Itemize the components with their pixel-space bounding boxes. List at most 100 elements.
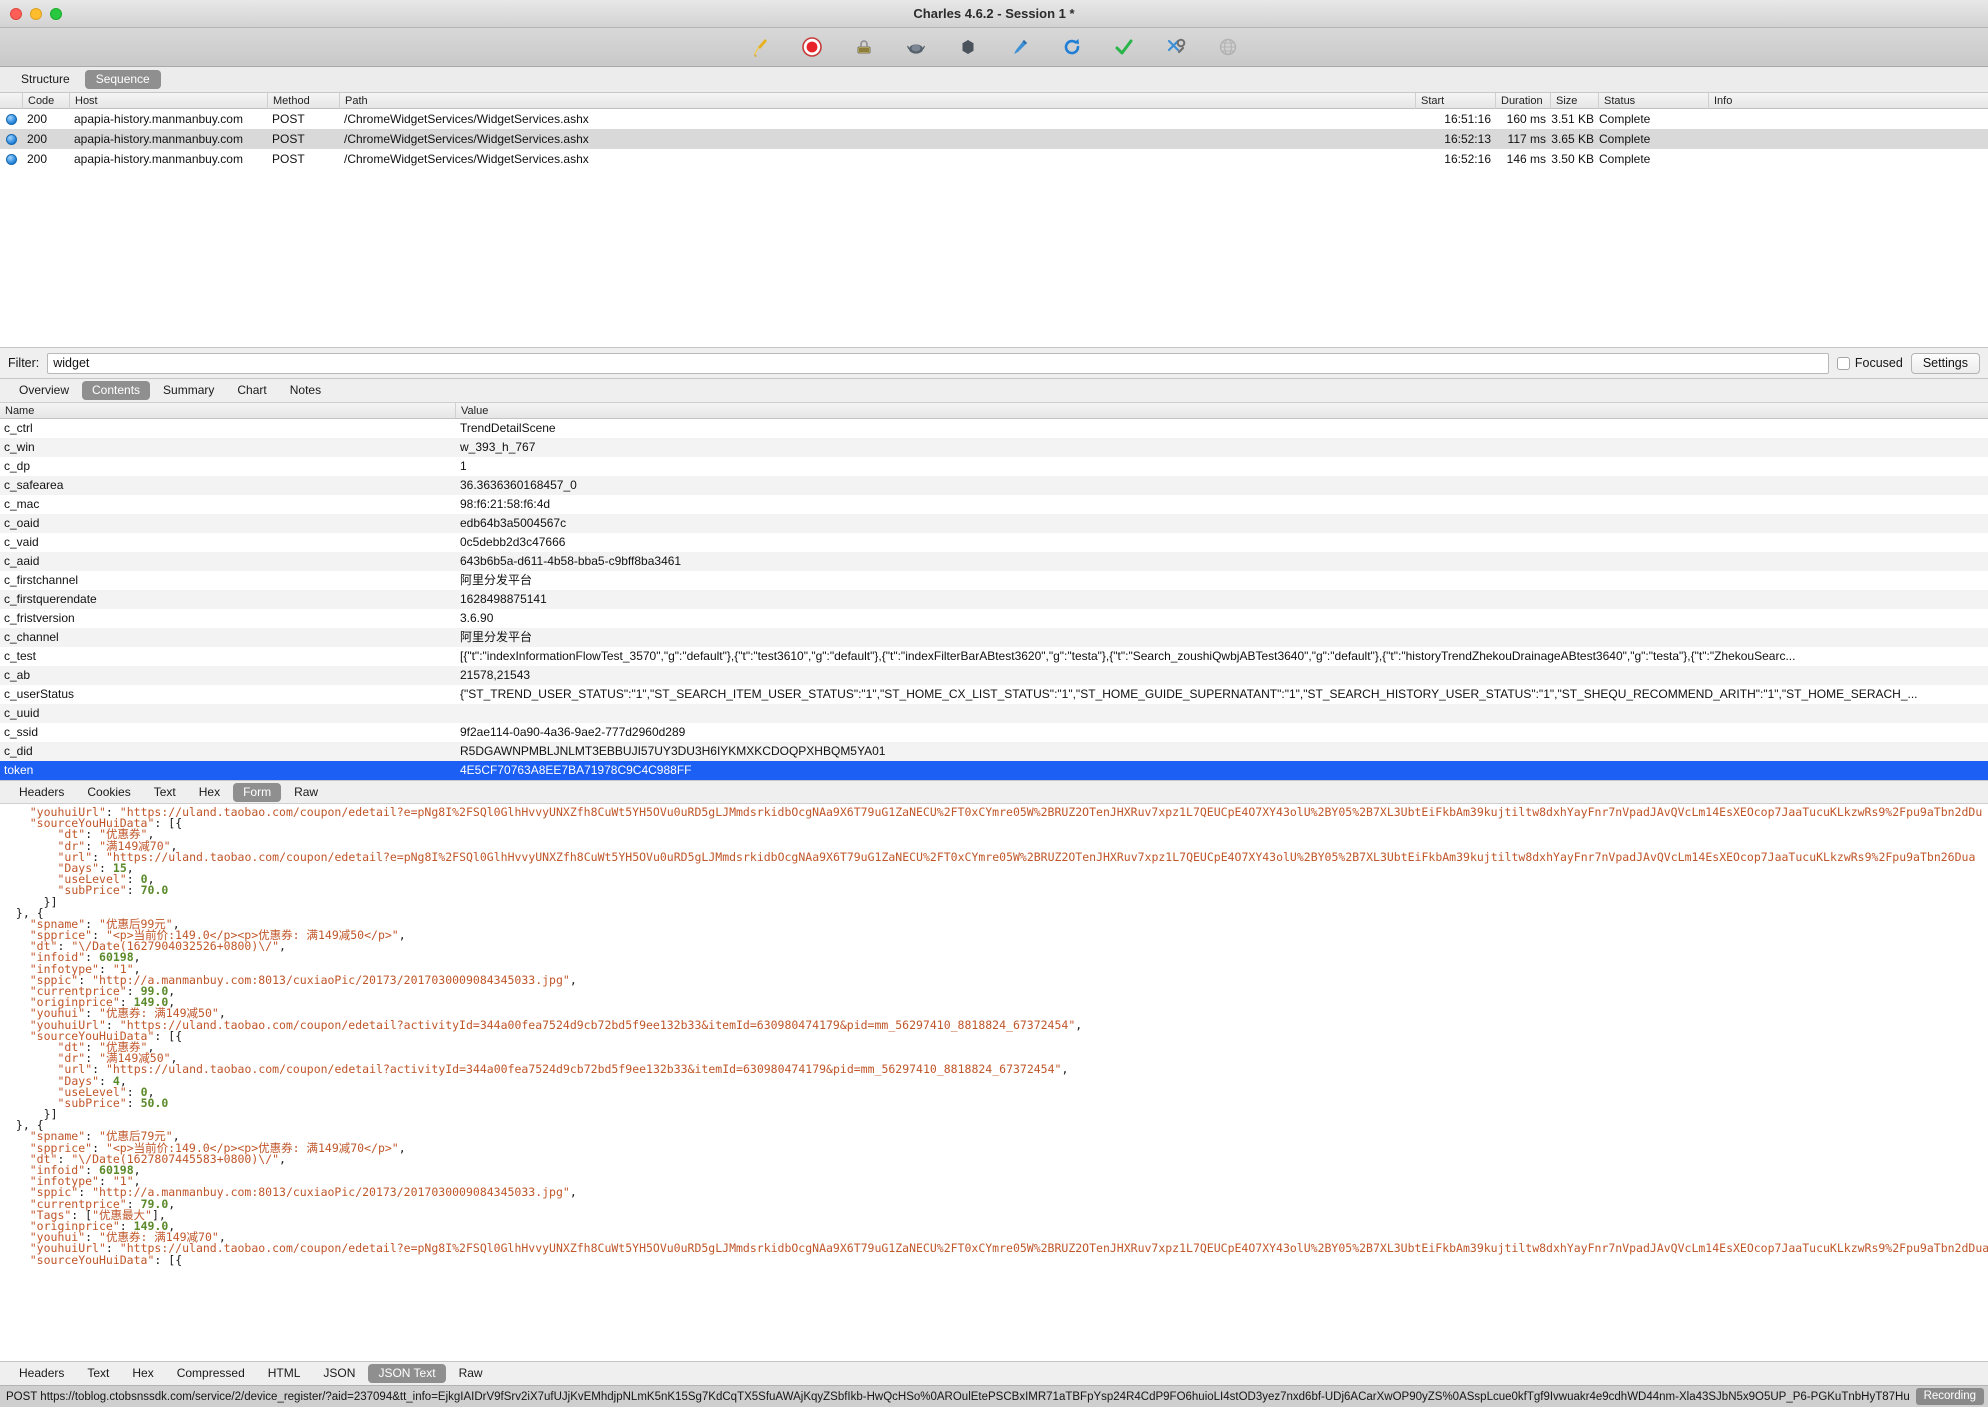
compose-icon[interactable] <box>955 34 981 60</box>
table-row[interactable]: c_ssid 9f2ae114-0a90-4a36-9ae2-777d2960d2… <box>0 723 1988 742</box>
clear-broom-icon[interactable] <box>747 34 773 60</box>
col-value[interactable]: Value <box>455 403 1988 418</box>
tab-notes[interactable]: Notes <box>280 381 331 400</box>
tab-cookies[interactable]: Cookies <box>77 783 140 802</box>
table-row[interactable]: c_did R5DGAWNPMBLJNLMT3EBBUJI57UY3DU3H6IY… <box>0 742 1988 761</box>
table-row-selected[interactable]: token 4E5CF70763A8EE7BA71978C9C4C988FF <box>0 761 1988 780</box>
search-input[interactable] <box>47 352 1829 374</box>
table-row[interactable]: c_userStatus {"ST_TREND_USER_STATUS":"1",… <box>0 685 1988 704</box>
json-text-viewer[interactable]: "youhuiUrl": "https://uland.taobao.com/c… <box>0 804 1988 1361</box>
table-row[interactable]: c_firstquerendate 1628498875141 <box>0 590 1988 609</box>
map-remote-icon[interactable] <box>1215 34 1241 60</box>
validate-check-icon[interactable] <box>1111 34 1137 60</box>
tab-summary[interactable]: Summary <box>153 381 224 400</box>
breakpoints-icon[interactable] <box>903 34 929 60</box>
cell-host: apapia-history.manmanbuy.com <box>74 152 243 166</box>
tab-hex[interactable]: Hex <box>189 783 230 802</box>
tab-chart[interactable]: Chart <box>227 381 276 400</box>
col-duration[interactable]: Duration <box>1495 92 1550 109</box>
table-row[interactable]: c_mac 98:f6:21:58:f6:4d <box>0 495 1988 514</box>
tab-resp-text[interactable]: Text <box>77 1364 119 1383</box>
json-line: "subPrice": 70.0 <box>57 883 169 898</box>
col-method[interactable]: Method <box>267 92 339 109</box>
cell-info <box>1708 129 1988 149</box>
cell-name: c_uuid <box>4 706 40 720</box>
col-size[interactable]: Size <box>1550 92 1598 109</box>
repeat-icon[interactable] <box>1059 34 1085 60</box>
record-icon[interactable] <box>799 34 825 60</box>
table-row[interactable]: 200 apapia-history.manmanbuy.com POST /C… <box>0 129 1988 149</box>
col-info[interactable]: Info <box>1708 92 1988 109</box>
tab-headers[interactable]: Headers <box>9 783 74 802</box>
table-row[interactable]: c_firstchannel 阿里分发平台 <box>0 571 1988 590</box>
table-row[interactable]: c_fristversion 3.6.90 <box>0 609 1988 628</box>
col-code[interactable]: Code <box>22 92 69 109</box>
table-row[interactable]: c_uuid <box>0 704 1988 723</box>
col-start[interactable]: Start <box>1415 92 1495 109</box>
cell-name: token <box>4 763 34 777</box>
json-line: "infoid": 60198, <box>29 950 141 965</box>
table-row[interactable]: c_channel 阿里分发平台 <box>0 628 1988 647</box>
minimize-button[interactable] <box>30 8 42 20</box>
tab-structure[interactable]: Structure <box>10 70 81 89</box>
tab-contents[interactable]: Contents <box>82 381 151 400</box>
cell-value: 阿里分发平台 <box>460 573 533 587</box>
tab-resp-json[interactable]: JSON <box>313 1364 365 1383</box>
cell-name: c_safearea <box>4 478 64 492</box>
col-path[interactable]: Path <box>339 92 1415 109</box>
tab-resp-html[interactable]: HTML <box>258 1364 311 1383</box>
table-row[interactable]: c_test [{"t":"indexInformationFlowTest_35… <box>0 647 1988 666</box>
table-row[interactable]: c_ab 21578,21543 <box>0 666 1988 685</box>
json-line: "Tags": ["优惠最大"], <box>29 1207 166 1222</box>
json-line: "dt": "\/Date(1627904032526+0800)\/", <box>29 939 286 954</box>
table-row[interactable]: c_ctrl TrendDetailScene <box>0 419 1988 438</box>
settings-button[interactable]: Settings <box>1910 352 1980 374</box>
tools-icon[interactable] <box>1163 34 1189 60</box>
maximize-button[interactable] <box>50 8 62 20</box>
focused-checkbox-wrap[interactable]: Focused <box>1836 356 1903 370</box>
json-line: "youhuiUrl": "https://uland.taobao.com/c… <box>29 1241 1988 1256</box>
cell-name: c_did <box>4 744 33 758</box>
table-row[interactable]: c_oaid edb64b3a5004567c <box>0 514 1988 533</box>
table-row[interactable]: c_aaid 643b6b5a-d611-4b58-bba5-c9bff8ba34… <box>0 552 1988 571</box>
cell-value: 21578,21543 <box>460 668 531 682</box>
table-row[interactable]: c_safearea 36.3636360168457_0 <box>0 476 1988 495</box>
window-controls[interactable] <box>10 8 62 20</box>
tab-raw[interactable]: Raw <box>284 783 328 802</box>
table-row[interactable]: 200 apapia-history.manmanbuy.com POST /C… <box>0 149 1988 169</box>
cell-value: 98:f6:21:58:f6:4d <box>460 497 551 511</box>
throttle-icon[interactable] <box>851 34 877 60</box>
close-button[interactable] <box>10 8 22 20</box>
session-table-empty-space <box>0 169 1988 347</box>
tab-overview[interactable]: Overview <box>9 381 79 400</box>
cell-name: c_firstchannel <box>4 573 79 587</box>
col-status[interactable]: Status <box>1598 92 1708 109</box>
focused-checkbox[interactable] <box>1836 356 1850 370</box>
cell-value <box>455 704 1988 723</box>
json-line: "youhuiUrl": "https://uland.taobao.com/c… <box>29 805 1983 819</box>
tab-text[interactable]: Text <box>144 783 186 802</box>
cell-value: {"ST_TREND_USER_STATUS":"1","ST_SEARCH_I… <box>460 687 1918 701</box>
cell-status: Complete <box>1599 112 1651 126</box>
json-line: "Days": 4, <box>57 1073 127 1088</box>
tab-resp-compressed[interactable]: Compressed <box>167 1364 255 1383</box>
table-row[interactable]: c_win w_393_h_767 <box>0 438 1988 457</box>
col-name[interactable]: Name <box>0 403 455 418</box>
table-row[interactable]: 200 apapia-history.manmanbuy.com POST /C… <box>0 109 1988 129</box>
cell-status: Complete <box>1599 152 1651 166</box>
table-row[interactable]: c_dp 1 <box>0 457 1988 476</box>
tab-resp-headers[interactable]: Headers <box>9 1364 74 1383</box>
main-toolbar <box>0 28 1988 67</box>
status-url-text: POST https://toblog.ctobsnssdk.com/servi… <box>6 1390 1910 1403</box>
json-line: "currentprice": 79.0, <box>29 1196 176 1211</box>
tab-resp-raw[interactable]: Raw <box>449 1364 493 1383</box>
cell-value: w_393_h_767 <box>460 440 536 454</box>
tab-resp-hex[interactable]: Hex <box>122 1364 163 1383</box>
tab-resp-json-text[interactable]: JSON Text <box>368 1364 446 1383</box>
col-host[interactable]: Host <box>69 92 267 109</box>
json-line: "originprice": 149.0, <box>29 1218 176 1233</box>
tab-form[interactable]: Form <box>233 782 282 802</box>
pen-tool-icon[interactable] <box>1007 34 1033 60</box>
table-row[interactable]: c_vaid 0c5debb2d3c47666 <box>0 533 1988 552</box>
tab-sequence[interactable]: Sequence <box>84 70 161 89</box>
